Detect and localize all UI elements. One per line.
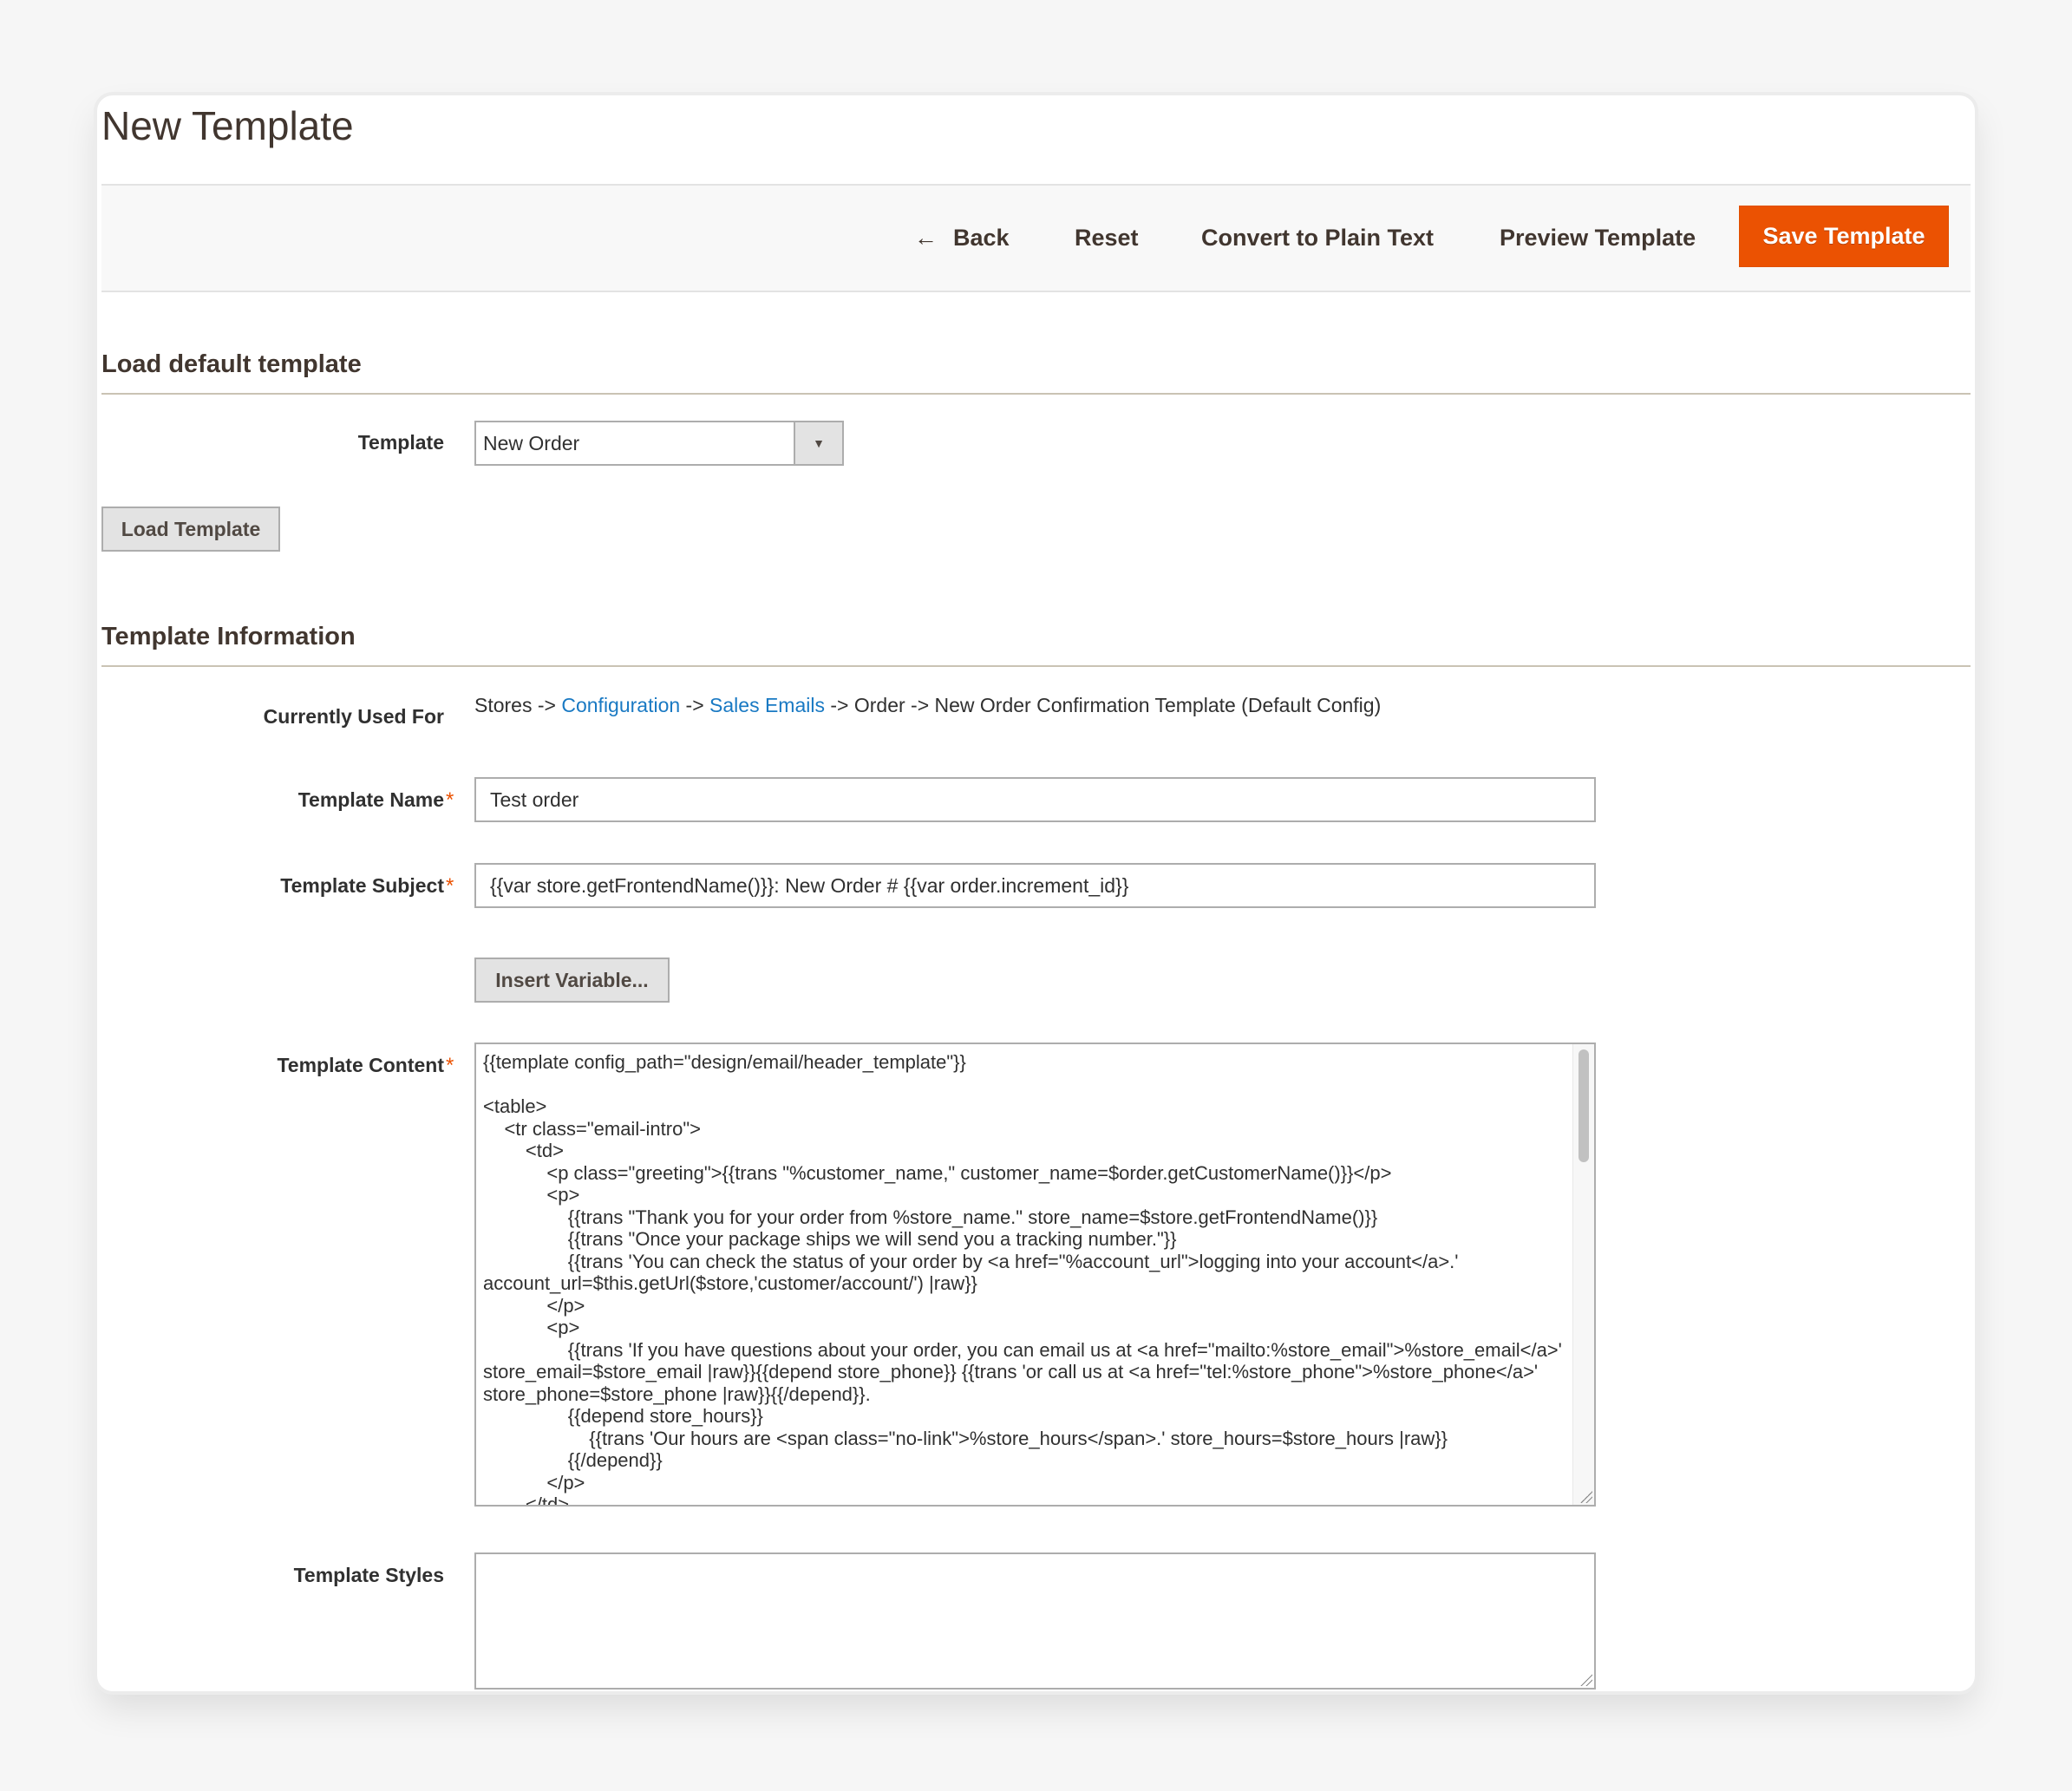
template-select-label: Template: [357, 431, 444, 454]
template-content-textarea[interactable]: {{template config_path="design/email/hea…: [474, 1043, 1596, 1507]
page-card: New Template ← Back Reset Convert to Plai…: [97, 95, 1975, 1691]
reset-button[interactable]: Reset: [1075, 217, 1139, 258]
path-text: Stores ->: [474, 694, 562, 716]
template-name-label: Template Name: [297, 788, 444, 811]
page-actions-toolbar: ← Back Reset Convert to Plain Text Previe…: [101, 184, 1971, 292]
chevron-down-icon[interactable]: ▼: [794, 422, 842, 464]
template-styles-textarea[interactable]: [474, 1552, 1596, 1690]
back-button-label: Back: [953, 225, 1010, 251]
template-subject-label: Template Subject: [280, 874, 444, 897]
required-asterisk-icon: *: [446, 1054, 454, 1077]
section-divider: [101, 665, 1971, 667]
arrow-left-icon: ←: [914, 225, 938, 251]
template-styles-label: Template Styles: [293, 1564, 444, 1586]
template-content-text[interactable]: {{template config_path="design/email/hea…: [483, 1051, 1568, 1505]
resize-handle-icon[interactable]: [1580, 1674, 1592, 1686]
back-button[interactable]: ← Back: [914, 217, 1010, 258]
currently-used-for-label: Currently Used For: [263, 705, 444, 728]
save-template-button[interactable]: Save Template: [1739, 206, 1949, 267]
path-text: -> Order -> New Order Confirmation Templ…: [824, 694, 1382, 716]
scrollbar-thumb[interactable]: [1579, 1049, 1589, 1162]
sales-emails-link[interactable]: Sales Emails: [709, 694, 825, 716]
template-information-heading: Template Information: [101, 623, 356, 650]
section-divider: [101, 393, 1971, 395]
required-asterisk-icon: *: [446, 788, 454, 812]
required-asterisk-icon: *: [446, 874, 454, 898]
insert-variable-button[interactable]: Insert Variable...: [474, 958, 670, 1003]
template-select-value: New Order: [483, 432, 580, 454]
template-select[interactable]: New Order ▼: [474, 421, 844, 466]
template-name-input[interactable]: [474, 777, 1596, 822]
load-template-button[interactable]: Load Template: [101, 507, 280, 552]
currently-used-for-value: Stores -> Configuration -> Sales Emails …: [474, 694, 1381, 717]
load-default-template-heading: Load default template: [101, 350, 362, 378]
template-subject-input[interactable]: [474, 863, 1596, 908]
template-content-label: Template Content: [277, 1054, 444, 1076]
convert-to-plain-text-button[interactable]: Convert to Plain Text: [1201, 217, 1434, 258]
textarea-scrollbar[interactable]: [1572, 1044, 1594, 1505]
path-text: ->: [680, 694, 710, 716]
configuration-link[interactable]: Configuration: [561, 694, 680, 716]
preview-template-button[interactable]: Preview Template: [1500, 217, 1696, 258]
resize-handle-icon[interactable]: [1580, 1491, 1592, 1503]
page-title: New Template: [101, 103, 354, 148]
